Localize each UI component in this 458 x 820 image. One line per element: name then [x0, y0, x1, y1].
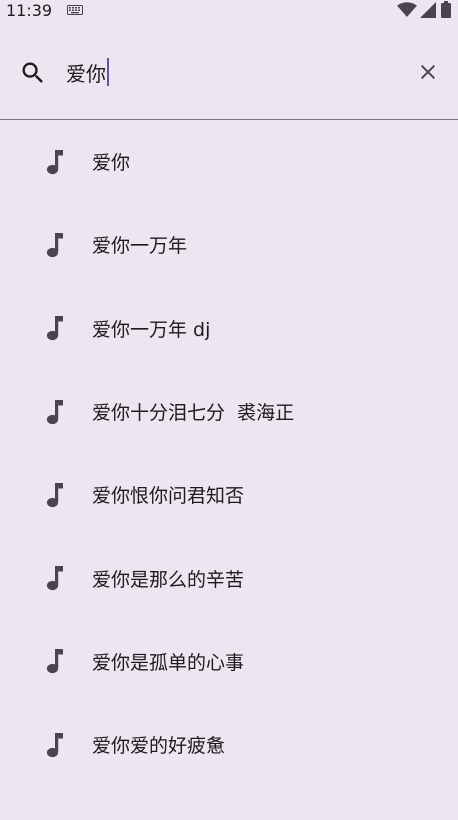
- text-cursor: [107, 58, 109, 86]
- suggestion-item-8[interactable]: 爱你爱的好疲惫: [0, 703, 458, 786]
- suggestion-item-4[interactable]: 爱你十分泪七分 裘海正: [0, 370, 458, 453]
- battery-icon: [441, 1, 451, 18]
- search-icon[interactable]: [19, 59, 47, 87]
- search-input[interactable]: 爱你: [66, 56, 109, 88]
- search-bar: 爱你: [0, 24, 458, 119]
- suggestion-item-2[interactable]: 爱你一万年: [0, 203, 458, 286]
- suggestion-item-1[interactable]: 爱你: [0, 120, 458, 203]
- music-note-icon: [46, 482, 63, 507]
- status-time: 11:39: [6, 1, 53, 20]
- suggestion-label: 爱你一万年 dj: [92, 318, 211, 341]
- close-icon[interactable]: [416, 60, 440, 84]
- suggestion-label: 爱你是那么的辛苦: [92, 568, 245, 591]
- suggestion-item-6[interactable]: 爱你是那么的辛苦: [0, 536, 458, 619]
- music-note-icon: [46, 566, 63, 591]
- music-note-icon: [46, 649, 63, 674]
- suggestion-label: 爱你十分泪七分 裘海正: [92, 402, 295, 425]
- suggestion-label: 爱你一万年: [92, 235, 188, 258]
- music-note-icon: [46, 316, 63, 341]
- suggestion-item-5[interactable]: 爱你恨你问君知否: [0, 453, 458, 536]
- suggestion-item-3[interactable]: 爱你一万年 dj: [0, 287, 458, 370]
- music-note-icon: [46, 399, 63, 424]
- signal-icon: [420, 2, 436, 18]
- search-query: 爱你: [66, 61, 106, 86]
- music-note-icon: [46, 232, 63, 258]
- suggestion-label: 爱你恨你问君知否: [92, 485, 245, 508]
- status-bar: 11:39: [0, 0, 458, 24]
- music-note-icon: [46, 732, 63, 757]
- suggestion-label: 爱你是孤单的心事: [92, 651, 245, 674]
- suggestion-item-7[interactable]: 爱你是孤单的心事: [0, 620, 458, 703]
- music-note-icon: [46, 149, 63, 174]
- keyboard-icon: [67, 5, 83, 15]
- suggestion-label: 爱你爱的好疲惫: [92, 735, 226, 758]
- wifi-icon: [397, 2, 417, 17]
- suggestion-list: 爱你 爱你一万年 爱你一万年 dj 爱你十分泪七分 裘海正 爱你恨你问君知否 爱…: [0, 120, 458, 786]
- suggestion-label: 爱你: [92, 152, 131, 175]
